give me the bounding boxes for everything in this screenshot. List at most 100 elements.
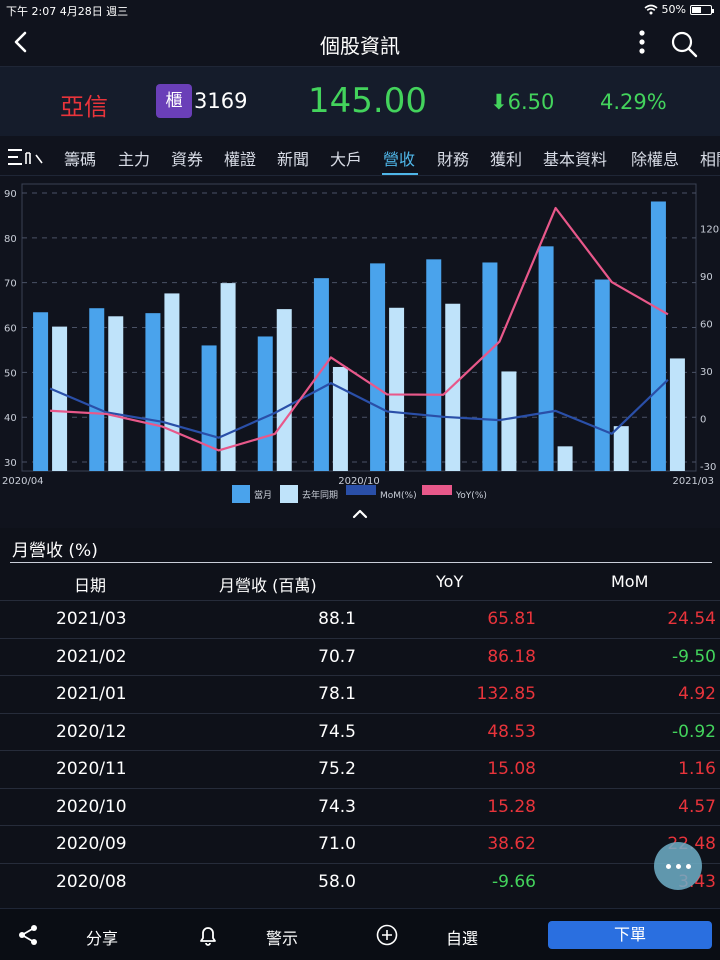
bottom-toolbar: 分享 警示 自選 下單 <box>0 908 720 960</box>
search-icon[interactable] <box>668 28 700 60</box>
table-row[interactable]: 2021/03 88.1 65.81 24.54 <box>0 600 720 638</box>
y-left-tick-label: 40 <box>4 413 17 424</box>
battery-icon <box>690 4 714 15</box>
cell-mom: 1.16 <box>678 759 716 779</box>
bar-last-year <box>669 358 685 471</box>
cell-revenue: 88.1 <box>318 609 356 629</box>
cell-yoy: 86.18 <box>487 646 536 667</box>
share-button[interactable]: 分享 <box>86 925 118 949</box>
more-vertical-icon[interactable] <box>632 26 652 60</box>
bar-current-month <box>538 246 554 471</box>
nav-bar: 個股資訊 <box>0 20 720 66</box>
market-badge: 櫃 <box>156 84 192 118</box>
bar-last-year <box>220 283 236 471</box>
bar-current-month <box>594 279 610 471</box>
header-date: 日期 <box>74 576 107 595</box>
more-actions-button[interactable] <box>654 842 702 890</box>
bar-current-month <box>33 312 49 471</box>
cell-revenue: 71.0 <box>318 834 356 854</box>
bar-current-month <box>650 201 666 471</box>
order-button[interactable]: 下單 <box>548 921 712 949</box>
x-tick-label: 2021/03 <box>672 476 714 487</box>
tab-big-holders[interactable]: 大戶 <box>330 146 362 170</box>
revenue-chart-svg: 30405060708090-3003060901202020/04 2020/1… <box>2 183 719 519</box>
table-header: 日期 月營收 (百萬) YoY MoM <box>0 566 720 600</box>
tab-main-force[interactable]: 主力 <box>118 146 150 170</box>
table-row[interactable]: 2021/01 78.1 132.85 4.92 <box>0 675 720 713</box>
bar-last-year <box>276 309 292 471</box>
cell-yoy: 48.53 <box>487 721 536 742</box>
cell-revenue: 75.2 <box>318 759 356 779</box>
cell-revenue: 58.0 <box>318 871 356 892</box>
cell-date: 2020/08 <box>56 871 127 892</box>
y-left-tick-label: 80 <box>4 234 17 245</box>
menu-icon[interactable] <box>6 147 46 167</box>
cell-yoy: 15.28 <box>487 796 536 817</box>
legend-label: 去年同期 <box>302 489 338 501</box>
bar-last-year <box>108 316 124 471</box>
header-mom: MoM <box>611 572 649 591</box>
cell-mom: 4.92 <box>678 684 716 704</box>
y-right-tick-label: 120 <box>700 224 719 235</box>
legend-label: YoY(%) <box>455 491 487 501</box>
line-yoy <box>50 206 669 452</box>
bar-last-year <box>445 303 461 471</box>
table-row[interactable]: 2020/09 71.0 38.62 22.48 <box>0 825 720 863</box>
bell-icon[interactable] <box>196 923 220 947</box>
wifi-icon <box>644 4 658 15</box>
y-left-tick-label: 60 <box>4 324 17 335</box>
add-circle-icon[interactable] <box>375 923 399 947</box>
bar-current-month <box>426 259 442 471</box>
y-right-tick-label: -30 <box>700 462 716 473</box>
tab-finance[interactable]: 財務 <box>437 146 469 170</box>
cell-yoy: 132.85 <box>476 684 536 704</box>
table-row[interactable]: 2020/11 75.2 15.08 1.16 <box>0 750 720 788</box>
cell-mom: -9.50 <box>672 646 716 667</box>
tab-news[interactable]: 新聞 <box>277 146 309 170</box>
tab-margin[interactable]: 資券 <box>171 146 203 170</box>
chevron-up-icon[interactable] <box>352 509 368 519</box>
table-title: 月營收 (%) <box>12 541 98 561</box>
cell-mom: 4.57 <box>678 796 716 817</box>
bar-current-month <box>201 345 217 471</box>
bar-current-month <box>370 263 386 471</box>
x-tick-label: 2020/04 <box>2 476 44 487</box>
cell-revenue: 74.3 <box>318 796 356 817</box>
y-left-tick-label: 90 <box>4 189 17 200</box>
active-tab-indicator <box>382 173 418 175</box>
share-icon[interactable] <box>16 923 40 947</box>
tab-profit[interactable]: 獲利 <box>490 146 522 170</box>
legend-swatch <box>422 485 452 495</box>
tab-chips[interactable]: 籌碼 <box>64 146 96 170</box>
bar-current-month <box>257 336 273 471</box>
table-row[interactable]: 2020/12 74.5 48.53 -0.92 <box>0 712 720 751</box>
tab-basic-info[interactable]: 基本資料 <box>543 146 607 170</box>
tab-dividend[interactable]: 除權息 <box>631 146 679 170</box>
bar-last-year <box>501 371 517 471</box>
bar-last-year <box>52 326 68 471</box>
cell-date: 2020/11 <box>56 759 127 779</box>
bar-last-year <box>613 426 629 471</box>
tab-revenue[interactable]: 營收 <box>383 146 415 170</box>
watchlist-button[interactable]: 自選 <box>446 925 478 949</box>
legend-swatch <box>346 485 376 495</box>
cell-date: 2020/10 <box>56 796 127 817</box>
cell-revenue: 74.5 <box>318 721 356 742</box>
cell-date: 2021/03 <box>56 609 127 629</box>
alert-button[interactable]: 警示 <box>266 925 298 949</box>
price-change: ⬇6.50 <box>490 90 555 114</box>
table-row[interactable]: 2020/08 58.0 -9.66 3.43 <box>0 862 720 901</box>
bar-last-year <box>164 293 180 471</box>
tab-warrant[interactable]: 權證 <box>224 146 256 170</box>
bar-current-month <box>89 308 105 471</box>
stock-price: 145.00 <box>308 81 427 121</box>
revenue-table-body: 2021/03 88.1 65.81 24.54 2021/02 70.7 86.18 -9.… <box>0 600 720 900</box>
stock-code: 3169 <box>194 89 248 113</box>
table-row[interactable]: 2021/02 70.7 86.18 -9.50 <box>0 637 720 676</box>
price-change-percent: 4.29% <box>600 90 667 114</box>
bar-last-year <box>557 446 573 471</box>
table-row[interactable]: 2020/10 74.3 15.28 4.57 <box>0 787 720 826</box>
tab-bar: 籌碼 主力 資券 權證 新聞 大戶 營收 財務 獲利 基本資料 除權息 相關 <box>0 136 720 176</box>
cell-date: 2021/01 <box>56 684 127 704</box>
tab-related[interactable]: 相關 <box>700 146 720 170</box>
